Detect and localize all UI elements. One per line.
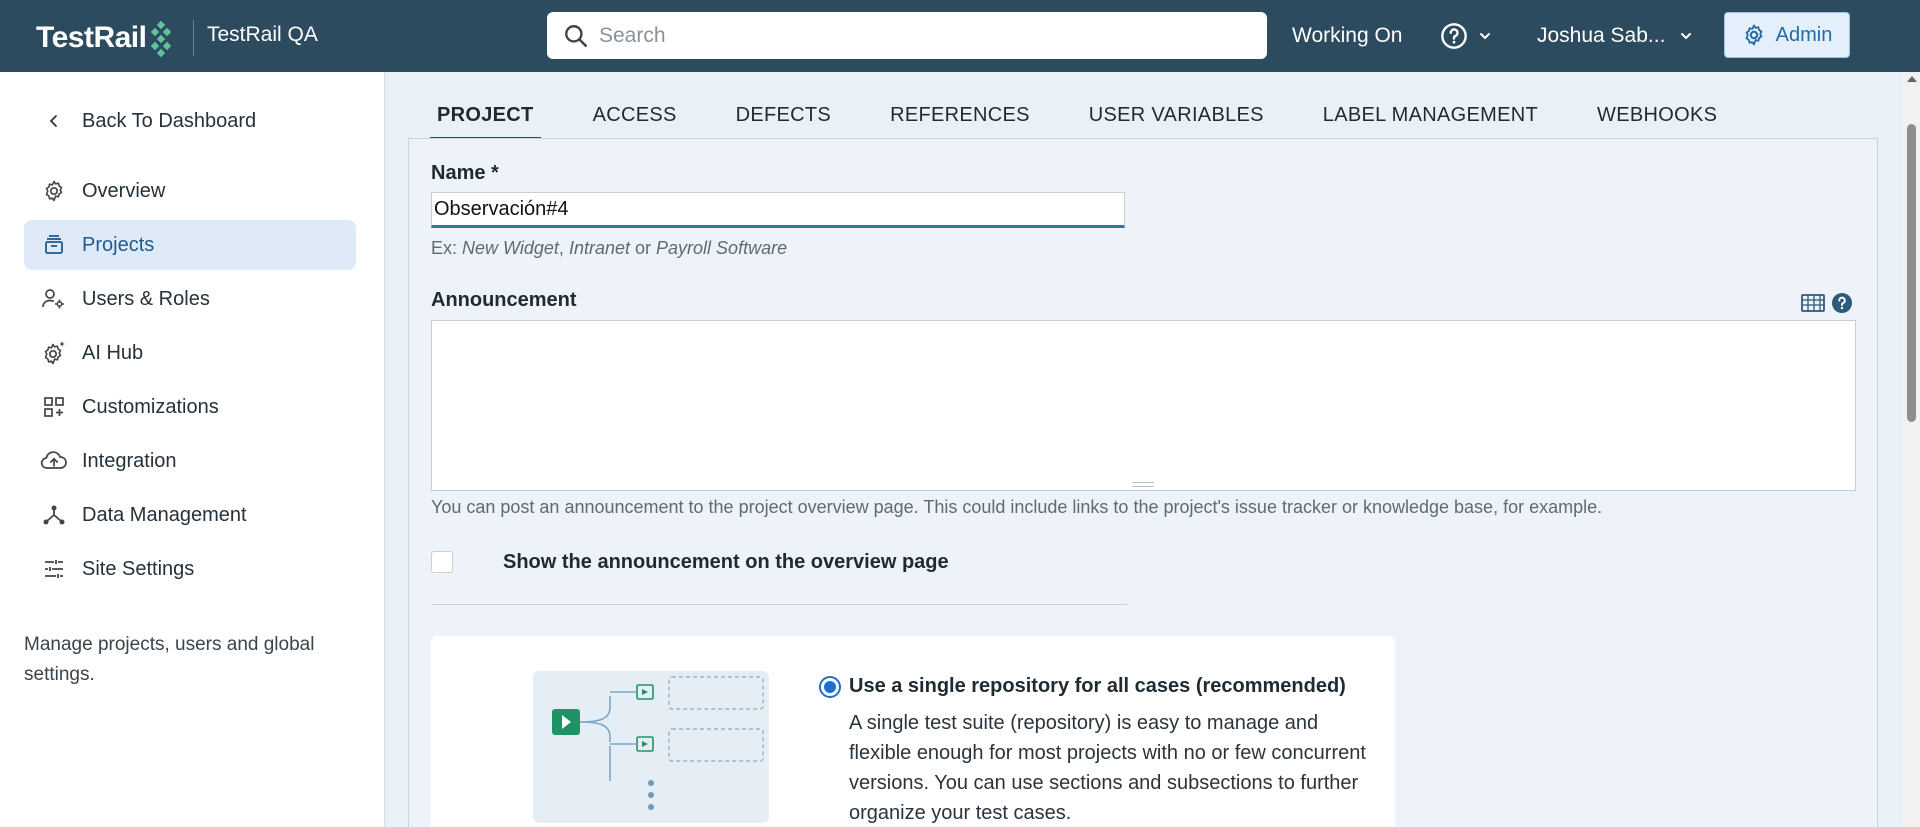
hint-example-1: New Widget xyxy=(462,238,559,258)
tab-user-variables[interactable]: USER VARIABLES xyxy=(1082,88,1271,141)
sidebar-item-site-settings[interactable]: Site Settings xyxy=(24,544,356,594)
gear-icon xyxy=(40,177,68,205)
sidebar-item-users-roles[interactable]: Users & Roles xyxy=(24,274,356,324)
sidebar-item-label: Site Settings xyxy=(82,557,195,580)
announcement-toolbar xyxy=(1801,292,1853,314)
help-menu[interactable] xyxy=(1440,22,1492,50)
logo-divider xyxy=(193,20,194,56)
sidebar-item-projects[interactable]: Projects xyxy=(24,220,356,270)
scroll-up-arrow-icon[interactable] xyxy=(1907,76,1917,82)
testrail-logo[interactable]: TestRail xyxy=(36,20,172,58)
project-name-input[interactable] xyxy=(431,192,1125,228)
projects-icon xyxy=(40,231,68,259)
sidebar-description: Manage projects, users and global settin… xyxy=(24,634,315,685)
tab-defects[interactable]: DEFECTS xyxy=(729,88,838,141)
chevron-left-icon xyxy=(40,107,68,135)
working-on-menu[interactable]: Working On xyxy=(1292,24,1403,48)
single-repository-radio[interactable] xyxy=(819,676,841,698)
hint-example-2: Intranet xyxy=(568,238,630,258)
tab-references[interactable]: REFERENCES xyxy=(883,88,1037,141)
tab-access[interactable]: ACCESS xyxy=(586,88,684,141)
page-scrollbar[interactable] xyxy=(1903,72,1920,827)
chevron-down-icon xyxy=(1681,33,1692,40)
top-bar: TestRail TestRail QA Working On Joshua S… xyxy=(0,0,1920,72)
announcement-label: Announcement xyxy=(431,289,577,311)
ai-hub-icon xyxy=(40,339,68,367)
single-repository-description: A single test suite (repository) is easy… xyxy=(849,712,1366,824)
search-icon xyxy=(565,24,588,47)
announcement-textarea[interactable] xyxy=(431,320,1856,491)
user-menu[interactable]: Joshua Sab... xyxy=(1537,24,1693,48)
sidebar-item-label: Overview xyxy=(82,179,166,202)
help-icon[interactable] xyxy=(1831,292,1853,314)
name-hint: Ex: New Widget, Intranet or Payroll Soft… xyxy=(431,238,787,259)
admin-button[interactable]: Admin xyxy=(1724,12,1850,58)
customizations-icon xyxy=(40,393,68,421)
single-repository-title[interactable]: Use a single repository for all cases (r… xyxy=(849,675,1346,698)
user-name: Joshua Sab... xyxy=(1537,24,1666,47)
hint-or: or xyxy=(635,238,652,258)
back-label: Back To Dashboard xyxy=(82,109,257,132)
search-input[interactable] xyxy=(599,23,1239,48)
sliders-icon xyxy=(40,555,68,583)
repository-tree-icon xyxy=(552,676,764,810)
scrollbar-thumb[interactable] xyxy=(1907,124,1916,422)
tab-project[interactable]: PROJECT xyxy=(430,88,541,141)
back-to-dashboard-link[interactable]: Back To Dashboard xyxy=(24,96,356,146)
search-box[interactable] xyxy=(547,12,1267,59)
gear-icon xyxy=(1745,24,1763,46)
tab-label-management[interactable]: LABEL MANAGEMENT xyxy=(1316,88,1545,141)
logo-mark-icon xyxy=(150,20,172,58)
logo-text: TestRail xyxy=(36,21,147,54)
users-roles-icon xyxy=(40,285,68,313)
single-repository-illustration xyxy=(533,671,769,823)
chevron-down-icon xyxy=(1480,33,1490,40)
show-announcement-label[interactable]: Show the announcement on the overview pa… xyxy=(503,551,949,574)
help-circle-icon xyxy=(1441,23,1467,49)
tab-webhooks[interactable]: WEBHOOKS xyxy=(1590,88,1724,141)
sidebar-item-label: Users & Roles xyxy=(82,287,210,310)
show-announcement-checkbox[interactable] xyxy=(431,551,453,573)
admin-label: Admin xyxy=(1775,23,1833,46)
sidebar-item-label: Integration xyxy=(82,449,177,472)
sidebar-item-ai-hub[interactable]: AI Hub xyxy=(24,328,356,378)
sidebar-item-customizations[interactable]: Customizations xyxy=(24,382,356,432)
name-label: Name * xyxy=(431,162,499,184)
sidebar-item-overview[interactable]: Overview xyxy=(24,166,356,216)
sidebar-item-label: AI Hub xyxy=(82,341,144,364)
data-management-icon xyxy=(40,501,68,529)
sidebar-item-integration[interactable]: Integration xyxy=(24,436,356,486)
announcement-hint: You can post an announcement to the proj… xyxy=(431,497,1603,517)
settings-tabs: PROJECT ACCESS DEFECTS REFERENCES USER V… xyxy=(430,88,1769,141)
sidebar: Back To Dashboard Overview Projects User… xyxy=(0,72,385,827)
hint-separator: , xyxy=(558,238,564,258)
sidebar-item-label: Projects xyxy=(82,233,155,256)
sidebar-item-label: Customizations xyxy=(82,395,219,418)
resize-grip[interactable] xyxy=(1132,482,1154,487)
instance-name[interactable]: TestRail QA xyxy=(207,23,318,47)
cloud-upload-icon xyxy=(40,447,68,475)
section-divider xyxy=(431,604,1127,605)
hint-example-3: Payroll Software xyxy=(656,238,788,258)
sidebar-item-label: Data Management xyxy=(82,503,247,526)
sidebar-item-data-management[interactable]: Data Management xyxy=(24,490,356,540)
hint-prefix: Ex: xyxy=(431,238,458,258)
table-icon[interactable] xyxy=(1801,293,1825,313)
